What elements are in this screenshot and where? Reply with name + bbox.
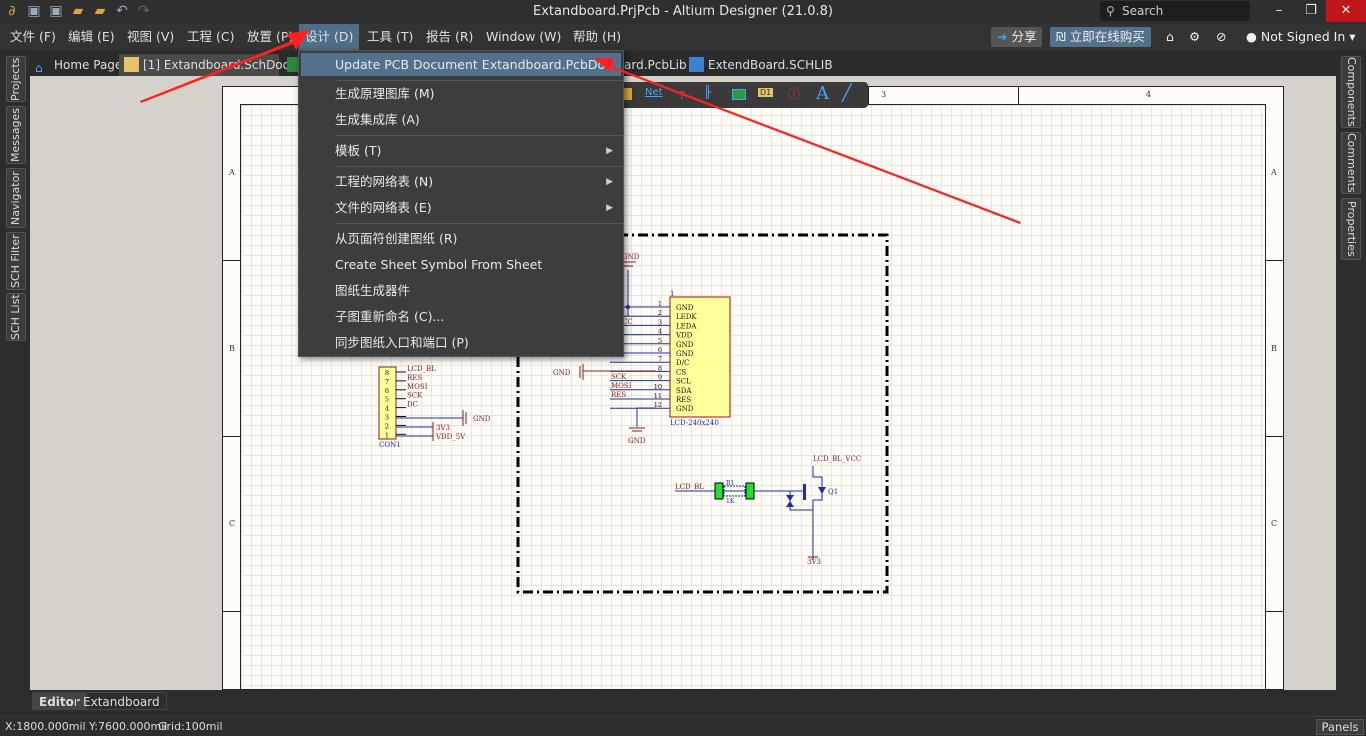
line-icon[interactable]: ╱	[842, 83, 852, 102]
net-sck: SCK	[611, 373, 627, 381]
net-label: RES	[407, 374, 422, 382]
pin-name: SDA	[676, 387, 692, 395]
r1-value: 1K	[726, 498, 735, 505]
net-vdd-5v: VDD_5V	[435, 433, 466, 441]
pin-number: 5	[658, 337, 662, 345]
pin-name: GND	[676, 304, 694, 312]
pin-number: 10	[654, 383, 662, 391]
menu-separator	[335, 166, 623, 167]
menu-item-rename-child-sheet[interactable]: 子图重新命名 (C)...	[299, 304, 623, 330]
r1-pad	[714, 482, 724, 500]
net-3v3: 3V3	[807, 558, 821, 566]
pin-number: 7	[385, 378, 389, 386]
menu-item-create-symbol-from-sheet[interactable]: Create Sheet Symbol From Sheet	[299, 252, 623, 278]
net-label-icon[interactable]: Net	[645, 87, 663, 98]
menu-item-sheet-to-component[interactable]: 图纸生成器件	[299, 278, 623, 304]
con1-name: CON1	[379, 441, 401, 449]
panels-button[interactable]: Panels	[1316, 719, 1364, 735]
net-3v3: 3V3	[436, 424, 450, 432]
pin-name: GND	[676, 341, 694, 349]
net-label: MOSI	[407, 383, 428, 391]
r1-designator: R1	[726, 480, 734, 487]
status-bar: X:1800.000mil Y:7600.000mil Grid:100mil	[0, 716, 1366, 736]
pin-number: 8	[385, 369, 389, 377]
net-mosi: MOSI	[611, 382, 632, 390]
text-icon[interactable]: A	[816, 83, 829, 104]
cursor-coordinates: X:1800.000mil Y:7600.000mil	[5, 720, 168, 733]
pin-number: 5	[385, 396, 389, 404]
pin-name: CS	[676, 368, 686, 376]
pin-number: 3	[385, 414, 389, 422]
wire	[636, 407, 656, 427]
lcd-name: LCD-240x240	[670, 419, 719, 427]
pin-number: 4	[658, 328, 662, 336]
junction	[626, 305, 630, 309]
net-gnd: GND	[473, 415, 491, 423]
menu-item-label: 文件的网络表 (E)	[335, 200, 432, 215]
pin-number: 4	[385, 405, 389, 413]
pin-number: 1	[658, 300, 662, 308]
net-label: SCK	[407, 392, 423, 400]
pin-number: 8	[658, 364, 662, 372]
menu-separator	[335, 223, 623, 224]
menu-item-create-sheet-from-symbol[interactable]: 从页面符创建图纸 (R)	[299, 226, 623, 252]
menu-item-document-netlist[interactable]: 文件的网络表 (E) ▶	[299, 195, 623, 221]
pin-number: 3	[658, 318, 662, 326]
power-port-icon[interactable]: ┬	[678, 85, 685, 99]
diode-symbol	[786, 495, 794, 501]
menu-item-update-pcb[interactable]: Update PCB Document Extandboard.PcbDoc	[301, 53, 621, 76]
no-erc-icon[interactable]: ⓘ	[788, 85, 800, 102]
pin-number: 6	[658, 346, 662, 354]
menu-item-sync-sheet-entries[interactable]: 同步图纸入口和端口 (P)	[299, 330, 623, 356]
net-gnd: GND	[628, 437, 646, 445]
menu-item-label: 模板 (T)	[335, 143, 382, 158]
pin-name: GND	[676, 405, 694, 413]
q1-designator: Q1	[828, 488, 838, 496]
submenu-arrow-icon: ▶	[606, 146, 613, 156]
pin-name: GND	[676, 350, 694, 358]
pin-number: 9	[658, 374, 662, 382]
sheet-symbol-icon[interactable]	[732, 89, 746, 100]
pin-number: 1	[385, 431, 389, 439]
bottom-tabs: Editor Extandboard	[30, 691, 1336, 711]
submenu-arrow-icon: ▶	[606, 177, 613, 187]
pin-number: 7	[658, 355, 662, 363]
pin-number: 11	[654, 392, 662, 400]
pin-name: LEDA	[676, 322, 697, 330]
net-gnd: GND	[622, 253, 640, 261]
menu-separator	[335, 135, 623, 136]
menu-item-project-netlist[interactable]: 工程的网络表 (N) ▶	[299, 169, 623, 195]
tab-extandboard[interactable]: Extandboard	[76, 692, 167, 710]
pin-number: 6	[385, 387, 389, 395]
schematic-drawing: 1 LCD-240x240 1 GND2 LEDK3 LEDA4 VDD5 GND6 GND…	[378, 233, 889, 594]
net-res: RES	[611, 391, 626, 399]
menu-item-make-intlib[interactable]: 生成集成库 (A)	[299, 107, 623, 133]
active-bar-toolbar: Net ┬ ╟ D1 ⓘ A ╱	[598, 82, 868, 108]
submenu-arrow-icon: ▶	[606, 203, 613, 213]
mosfet-diode	[818, 487, 826, 494]
pin-number: 2	[385, 422, 389, 430]
pin-name: VDD	[675, 332, 693, 340]
r1-pad	[745, 482, 755, 500]
grid-size: Grid:100mil	[158, 720, 223, 733]
pin-name: RES	[676, 396, 691, 404]
net-lcd-bl-vcc: LCD_BL_VCC	[813, 455, 861, 463]
menu-item-label: 工程的网络表 (N)	[335, 174, 434, 189]
net-label: DC	[407, 401, 418, 409]
net-label: LCD_BL	[407, 365, 436, 373]
pin-name: SCL	[676, 378, 691, 386]
design-menu-dropdown: Update PCB Document Extandboard.PcbDoc 生…	[298, 50, 624, 357]
mosfet-gate	[803, 484, 806, 500]
menu-item-templates[interactable]: 模板 (T) ▶	[299, 138, 623, 164]
menu-item-make-schlib[interactable]: 生成原理图库 (M)	[299, 81, 623, 107]
wire	[812, 466, 823, 560]
pin-number: 2	[658, 309, 662, 317]
net-lcd-bl: LCD_BL	[675, 483, 704, 491]
bus-icon[interactable]: ╟	[704, 85, 711, 99]
pin-name: D/C	[676, 359, 689, 367]
lcd-designator: 1	[670, 290, 674, 298]
pin-name: LEDK	[676, 313, 697, 321]
net-gnd: GND	[553, 369, 571, 377]
port-icon[interactable]: D1	[758, 88, 774, 97]
